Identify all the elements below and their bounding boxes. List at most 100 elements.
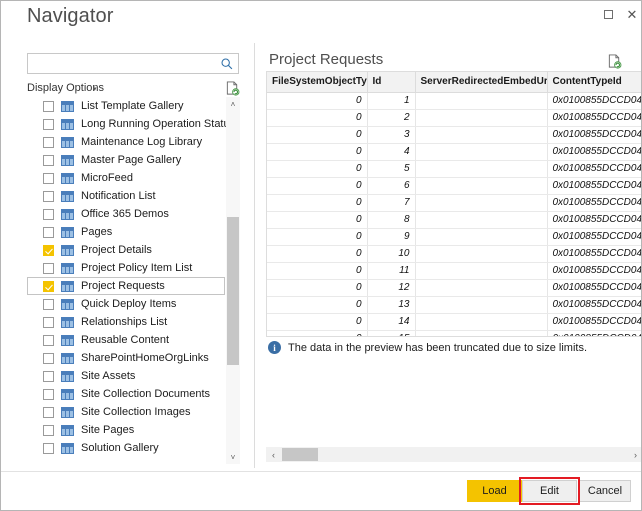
list-item-checkbox[interactable]	[43, 280, 54, 292]
list-item-checkbox[interactable]	[43, 208, 54, 220]
preview-grid[interactable]: FileSystemObjectType Id ServerRedirected…	[266, 71, 641, 337]
table-row[interactable]: 01 0x0100855DCCD040995	[267, 92, 641, 110]
list-item[interactable]: List Template Gallery	[27, 97, 225, 115]
search-input[interactable]	[32, 55, 217, 72]
list-item-checkbox[interactable]	[43, 154, 54, 166]
list-item-checkbox[interactable]	[43, 190, 54, 202]
list-item-checkbox[interactable]	[43, 298, 54, 310]
preview-refresh-icon[interactable]	[607, 53, 622, 69]
table-row[interactable]: 07 0x0100855DCCD040995	[267, 194, 641, 212]
search-box[interactable]	[27, 53, 239, 74]
table-row[interactable]: 03 0x0100855DCCD040995	[267, 126, 641, 144]
list-vertical-scrollbar[interactable]: ˄ ˅	[226, 97, 240, 464]
cancel-button[interactable]: Cancel	[579, 480, 631, 502]
list-item-checkbox[interactable]	[43, 352, 54, 364]
table-cell-filesystemobjecttype: 0	[267, 160, 368, 178]
table-cell-serverredirectedembedurl	[415, 245, 548, 263]
table-cell-filesystemobjecttype: 0	[267, 143, 368, 161]
list-item-label: Project Policy Item List	[81, 262, 193, 274]
table-row[interactable]: 02 0x0100855DCCD040995	[267, 109, 641, 127]
table-cell-filesystemobjecttype: 0	[267, 313, 368, 331]
list-item[interactable]: Site Collection Images	[27, 403, 225, 421]
column-header-serverredirectedembedurl[interactable]: ServerRedirectedEmbedUrl	[415, 72, 548, 93]
list-item[interactable]: Master Page Gallery	[27, 151, 225, 169]
table-icon	[61, 244, 74, 256]
scrollbar-thumb[interactable]	[227, 217, 239, 365]
chevron-down-icon[interactable]: ▾	[93, 85, 97, 93]
list-item-checkbox[interactable]	[43, 100, 54, 112]
list-item[interactable]: Notification List	[27, 187, 225, 205]
list-item-checkbox[interactable]	[43, 136, 54, 148]
load-button[interactable]: Load	[467, 480, 522, 502]
list-item[interactable]: Project Policy Item List	[27, 259, 225, 277]
refresh-preview-icon[interactable]	[225, 80, 240, 96]
list-item-label: Master Page Gallery	[81, 154, 182, 166]
table-cell-id: 8	[367, 211, 416, 229]
close-button[interactable]: ✕	[620, 4, 641, 24]
list-item-checkbox[interactable]	[43, 118, 54, 130]
preview-title: Project Requests	[269, 51, 384, 68]
table-cell-filesystemobjecttype: 0	[267, 211, 368, 229]
list-item[interactable]: Office 365 Demos	[27, 205, 225, 223]
table-cell-id: 1	[367, 92, 416, 110]
list-item[interactable]: Reusable Content	[27, 331, 225, 349]
list-item[interactable]: Solution Gallery	[27, 439, 225, 457]
list-item-checkbox[interactable]	[43, 370, 54, 382]
list-item-checkbox[interactable]	[43, 262, 54, 274]
table-row[interactable]: 014 0x0100855DCCD040995	[267, 313, 641, 331]
table-row[interactable]: 012 0x0100855DCCD040995	[267, 279, 641, 297]
list-item[interactable]: Project Requests	[27, 277, 225, 295]
table-row[interactable]: 08 0x0100855DCCD040995	[267, 211, 641, 229]
object-list[interactable]: List Template Gallery Long Running Operat…	[27, 97, 240, 464]
table-cell-contenttypeid: 0x0100855DCCD040995	[547, 109, 641, 127]
list-item[interactable]: Maintenance Log Library	[27, 133, 225, 151]
scroll-left-button[interactable]: ‹	[266, 447, 281, 462]
list-item-checkbox[interactable]	[43, 172, 54, 184]
table-row[interactable]: 05 0x0100855DCCD040995	[267, 160, 641, 178]
list-item-checkbox[interactable]	[43, 334, 54, 346]
truncation-notice-text: The data in the preview has been truncat…	[288, 341, 588, 354]
table-row[interactable]: 010 0x0100855DCCD040995	[267, 245, 641, 263]
list-item[interactable]: Site Assets	[27, 367, 225, 385]
list-item[interactable]: SharePointHomeOrgLinks	[27, 349, 225, 367]
list-item[interactable]: Quick Deploy Items	[27, 295, 225, 313]
table-row[interactable]: 011 0x0100855DCCD040995	[267, 262, 641, 280]
search-icon[interactable]	[220, 57, 234, 71]
list-item[interactable]: Relationships List	[27, 313, 225, 331]
scroll-right-button[interactable]: ›	[628, 447, 641, 462]
column-header-filesystemobjecttype[interactable]: FileSystemObjectType	[267, 72, 368, 93]
table-icon	[61, 172, 74, 184]
column-header-id[interactable]: Id	[367, 72, 416, 93]
list-item-checkbox[interactable]	[43, 442, 54, 454]
maximize-button[interactable]	[596, 4, 620, 24]
table-cell-filesystemobjecttype: 0	[267, 245, 368, 263]
list-item-checkbox[interactable]	[43, 316, 54, 328]
list-item-checkbox[interactable]	[43, 226, 54, 238]
table-row[interactable]: 04 0x0100855DCCD040995	[267, 143, 641, 161]
table-row[interactable]: 013 0x0100855DCCD040995	[267, 296, 641, 314]
scroll-up-button[interactable]: ˄	[226, 97, 240, 111]
grid-horizontal-scrollbar[interactable]: ‹ ›	[266, 447, 641, 462]
list-item-checkbox[interactable]	[43, 406, 54, 418]
list-item-label: Quick Deploy Items	[81, 298, 177, 310]
edit-button[interactable]: Edit	[522, 480, 577, 502]
list-item-checkbox[interactable]	[43, 388, 54, 400]
table-row[interactable]: 06 0x0100855DCCD040995	[267, 177, 641, 195]
column-header-contenttypeid[interactable]: ContentTypeId	[547, 72, 641, 93]
table-row[interactable]: 015 0x0100855DCCD040995	[267, 330, 641, 336]
table-cell-id: 5	[367, 160, 416, 178]
list-item[interactable]: Site Collection Documents	[27, 385, 225, 403]
list-item[interactable]: Site Pages	[27, 421, 225, 439]
list-item[interactable]: Project Details	[27, 241, 225, 259]
list-item-checkbox[interactable]	[43, 424, 54, 436]
list-item-checkbox[interactable]	[43, 244, 54, 256]
list-item-label: Site Assets	[81, 370, 136, 382]
table-cell-filesystemobjecttype: 0	[267, 228, 368, 246]
hscrollbar-thumb[interactable]	[282, 448, 318, 461]
table-row[interactable]: 09 0x0100855DCCD040995	[267, 228, 641, 246]
list-item[interactable]: Long Running Operation Status	[27, 115, 235, 133]
list-item[interactable]: MicroFeed	[27, 169, 225, 187]
list-item[interactable]: Pages	[27, 223, 225, 241]
scroll-down-button[interactable]: ˅	[226, 450, 240, 464]
table-cell-serverredirectedembedurl	[415, 228, 548, 246]
